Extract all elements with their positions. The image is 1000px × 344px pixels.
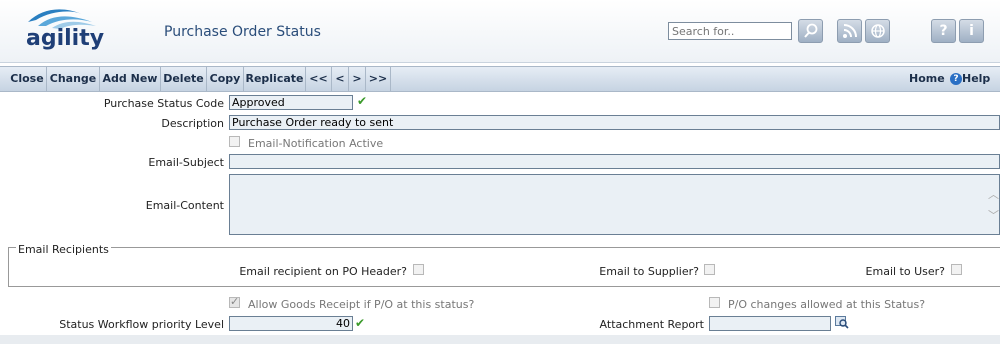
- email-content-label: Email-Content: [145, 199, 224, 212]
- globe-icon: [870, 24, 886, 43]
- status-code-field[interactable]: Approved: [229, 95, 353, 110]
- recipient-po-header-checkbox[interactable]: [413, 264, 424, 275]
- recipient-po-header-label: Email recipient on PO Header?: [239, 265, 407, 278]
- help-button[interactable]: ?: [931, 19, 956, 43]
- logo-text: agility: [26, 26, 105, 51]
- priority-field[interactable]: 40: [229, 316, 353, 331]
- priority-valid-check-icon: ✔: [355, 316, 366, 330]
- email-notification-checkbox[interactable]: [229, 136, 240, 147]
- email-subject-field[interactable]: [229, 154, 1000, 169]
- help-icon: ?: [939, 23, 948, 39]
- email-notification-label: Email-Notification Active: [248, 137, 384, 150]
- globe-button[interactable]: [865, 19, 890, 43]
- help-circle-icon: ?: [950, 73, 962, 85]
- priority-label: Status Workflow priority Level: [59, 318, 224, 331]
- last-record-button[interactable]: >>: [366, 67, 391, 91]
- rss-button[interactable]: [837, 19, 862, 43]
- info-icon: i: [969, 23, 974, 39]
- app-header: agility Purchase Order Status ? i: [0, 0, 1000, 63]
- delete-button[interactable]: Delete: [161, 67, 207, 91]
- toolbar: Close Change Add New Delete Copy Replica…: [0, 66, 1000, 92]
- previous-record-button[interactable]: <: [332, 67, 349, 91]
- replicate-button[interactable]: Replicate: [244, 67, 306, 91]
- agility-logo: agility: [22, 4, 112, 60]
- scroll-up-icon[interactable]: ︿: [988, 186, 999, 202]
- description-field[interactable]: Purchase Order ready to sent: [229, 115, 1000, 130]
- description-label: Description: [161, 117, 224, 130]
- email-user-checkbox[interactable]: [951, 264, 962, 275]
- rss-icon: [842, 24, 858, 43]
- home-link[interactable]: Home: [909, 67, 945, 91]
- page-title: Purchase Order Status: [164, 24, 321, 40]
- lookup-icon[interactable]: [835, 316, 849, 332]
- attachment-report-field[interactable]: [709, 316, 831, 331]
- email-supplier-checkbox[interactable]: [704, 264, 715, 275]
- scroll-down-icon[interactable]: ﹀: [988, 207, 999, 223]
- search-icon: [803, 23, 819, 43]
- email-recipients-legend: Email Recipients: [16, 243, 111, 256]
- first-record-button[interactable]: <<: [306, 67, 332, 91]
- add-new-button[interactable]: Add New: [100, 67, 161, 91]
- po-changes-checkbox[interactable]: [709, 297, 720, 308]
- allow-goods-receipt-checkbox[interactable]: [229, 295, 240, 308]
- copy-button[interactable]: Copy: [207, 67, 244, 91]
- help-link-label: Help: [962, 72, 991, 85]
- search-button[interactable]: [798, 19, 823, 43]
- footer-strip: [0, 335, 1000, 344]
- help-link[interactable]: ? Help: [950, 67, 990, 91]
- attachment-report-label: Attachment Report: [599, 318, 704, 331]
- info-button[interactable]: i: [959, 19, 984, 43]
- email-supplier-label: Email to Supplier?: [599, 265, 699, 278]
- valid-check-icon: ✔: [357, 94, 368, 108]
- close-button[interactable]: Close: [8, 67, 47, 91]
- status-code-label: Purchase Status Code: [103, 97, 224, 110]
- email-user-label: Email to User?: [865, 265, 945, 278]
- email-content-textarea[interactable]: [229, 174, 1000, 235]
- search-input[interactable]: [668, 22, 792, 40]
- next-record-button[interactable]: >: [349, 67, 366, 91]
- email-subject-label: Email-Subject: [148, 156, 224, 169]
- po-changes-label: P/O changes allowed at this Status?: [728, 298, 926, 311]
- allow-goods-receipt-label: Allow Goods Receipt if P/O at this statu…: [248, 298, 475, 311]
- change-button[interactable]: Change: [47, 67, 100, 91]
